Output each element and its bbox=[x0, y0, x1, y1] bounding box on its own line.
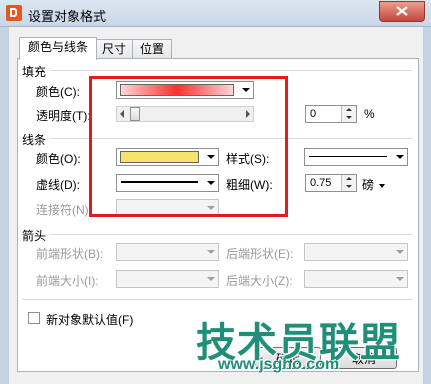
fill-color-label: 颜色(C): bbox=[36, 85, 80, 99]
close-icon bbox=[396, 6, 408, 16]
chevron-down-icon[interactable] bbox=[379, 183, 386, 188]
connector-label: 连接符(N): bbox=[36, 203, 92, 217]
close-button[interactable] bbox=[379, 1, 425, 22]
format-object-dialog: 设置对象格式 颜色与线条 尺寸 位置 填充 颜色(C): 透明度(T): 0 %… bbox=[0, 0, 431, 384]
transparency-label: 透明度(T): bbox=[36, 109, 91, 123]
chevron-down-icon bbox=[202, 271, 218, 287]
weight-value: 0.75 bbox=[310, 177, 332, 189]
arrows-separator bbox=[50, 234, 412, 235]
chevron-down-icon bbox=[202, 244, 218, 260]
end-size-label: 后端大小(Z): bbox=[226, 274, 293, 288]
tab-position[interactable]: 位置 bbox=[132, 39, 172, 59]
weight-unit: 磅 bbox=[362, 176, 386, 193]
weight-unit-text: 磅 bbox=[362, 178, 375, 192]
tab-size[interactable]: 尺寸 bbox=[95, 39, 133, 59]
chevron-down-icon bbox=[391, 149, 407, 165]
tab-colors-lines[interactable]: 颜色与线条 bbox=[19, 37, 97, 60]
begin-style-label: 前端形状(B): bbox=[36, 247, 104, 261]
begin-style-dropdown[interactable] bbox=[116, 243, 219, 261]
line-style-dropdown[interactable] bbox=[304, 148, 408, 166]
spin-buttons[interactable] bbox=[341, 175, 356, 191]
default-for-new-objects-checkbox[interactable] bbox=[28, 312, 40, 324]
transparency-spinbox[interactable]: 0 bbox=[305, 105, 357, 123]
dash-label: 虚线(D): bbox=[36, 178, 80, 192]
line-color-label: 颜色(O): bbox=[36, 152, 81, 166]
watermark-url: www.jsgho.com bbox=[218, 356, 340, 373]
chevron-down-icon bbox=[391, 271, 407, 287]
spin-buttons[interactable] bbox=[341, 106, 356, 122]
end-size-dropdown[interactable] bbox=[304, 270, 408, 288]
line-section-label: 线条 bbox=[22, 133, 47, 147]
end-style-label: 后端形状(E): bbox=[226, 247, 294, 261]
default-for-new-objects-label: 新对象默认值(F) bbox=[46, 313, 134, 327]
fill-section-label: 填充 bbox=[22, 65, 47, 79]
window-title: 设置对象格式 bbox=[28, 9, 107, 24]
chevron-down-icon bbox=[391, 244, 407, 260]
presentation-app-icon bbox=[6, 5, 22, 21]
title-bar: 设置对象格式 bbox=[0, 0, 431, 27]
begin-size-label: 前端大小(I): bbox=[36, 274, 99, 288]
transparency-value: 0 bbox=[310, 108, 317, 120]
bottom-separator bbox=[22, 299, 412, 300]
line-style-preview bbox=[309, 156, 387, 157]
end-style-dropdown[interactable] bbox=[304, 243, 408, 261]
transparency-unit: % bbox=[364, 107, 375, 121]
fill-separator bbox=[50, 70, 412, 71]
arrows-section-label: 箭头 bbox=[22, 229, 47, 243]
begin-size-dropdown[interactable] bbox=[116, 270, 219, 288]
highlight-box bbox=[89, 76, 288, 217]
weight-spinbox[interactable]: 0.75 bbox=[305, 174, 357, 192]
